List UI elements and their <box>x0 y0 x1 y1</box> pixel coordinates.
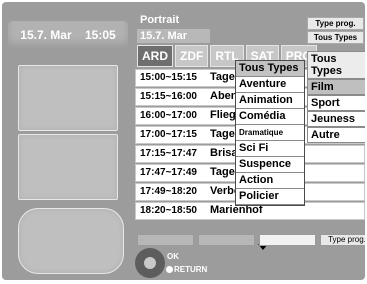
tab-zdf[interactable]: ZDF <box>175 45 209 67</box>
program-title: Aben <box>210 90 238 102</box>
color-button-row: Type prog. <box>137 234 365 246</box>
type-prog-button[interactable]: Type prog. <box>320 234 365 246</box>
return-text: RETURN <box>174 265 208 274</box>
tv-guide-screen: 15.7. Mar 15:05 Portrait 15.7. Mar ARD Z… <box>2 2 365 280</box>
program-time: 17:49~18:20 <box>140 186 197 197</box>
green-button[interactable] <box>198 234 255 246</box>
ok-label: OK <box>167 252 179 261</box>
page-title: Portrait <box>140 14 180 26</box>
genre-item-suspence[interactable]: Suspence <box>236 157 304 173</box>
program-title: Brisa <box>210 147 238 159</box>
category-item-jeuness[interactable]: Jeuness <box>307 111 365 127</box>
genre-item-comedia[interactable]: Comédia <box>236 109 304 125</box>
category-item-autre[interactable]: Autre <box>307 127 365 143</box>
remote-help: OK RETURN <box>135 248 235 280</box>
program-time: 15:15~16:00 <box>140 91 197 102</box>
genre-item-policier[interactable]: Policier <box>236 189 304 205</box>
yellow-button[interactable] <box>259 234 316 246</box>
type-prog-badge: Type prog. Tous Types <box>307 17 364 45</box>
current-date-time: 15.7. Mar 15:05 <box>8 21 128 49</box>
red-button[interactable] <box>137 234 194 246</box>
return-label: RETURN <box>166 265 207 274</box>
genre-item-tous-types[interactable]: Tous Types <box>236 61 304 77</box>
program-time: 16:00~17:00 <box>140 110 197 121</box>
genre-item-animation[interactable]: Animation <box>236 93 304 109</box>
category-list: Tous Types Film Sport Jeuness Autre <box>307 51 365 143</box>
category-item-film[interactable]: Film <box>307 79 365 95</box>
program-time: 18:20~18:50 <box>140 205 197 216</box>
current-time: 15:05 <box>85 28 116 42</box>
type-prog-value: Tous Types <box>307 31 364 44</box>
type-prog-label: Type prog. <box>307 17 364 30</box>
genre-item-aventure[interactable]: Aventure <box>236 77 304 93</box>
tab-ard[interactable]: ARD <box>137 45 173 67</box>
preview-box-1 <box>18 65 118 131</box>
preview-box-2 <box>18 134 118 200</box>
program-time: 17:00~17:15 <box>140 129 197 140</box>
genre-item-action[interactable]: Action <box>236 173 304 189</box>
current-date: 15.7. Mar <box>20 28 72 42</box>
program-time: 15:00~15:15 <box>140 72 197 83</box>
genre-item-dramatique[interactable]: Dramatique <box>236 125 304 141</box>
genre-item-sci-fi[interactable]: Sci Fi <box>236 141 304 157</box>
return-circle-icon <box>166 266 173 274</box>
category-header[interactable]: Tous Types <box>307 51 365 79</box>
program-time: 17:15~17:47 <box>140 148 197 159</box>
program-time: 17:47~17:49 <box>140 167 197 178</box>
date-tab: 15.7. Mar <box>137 29 210 43</box>
dpad-icon <box>135 248 165 278</box>
program-title: Tage <box>210 166 235 178</box>
preview-box-3 <box>18 208 124 274</box>
genre-popup-menu: Tous Types Aventure Animation Comédia Dr… <box>235 60 305 206</box>
category-item-sport[interactable]: Sport <box>307 95 365 111</box>
